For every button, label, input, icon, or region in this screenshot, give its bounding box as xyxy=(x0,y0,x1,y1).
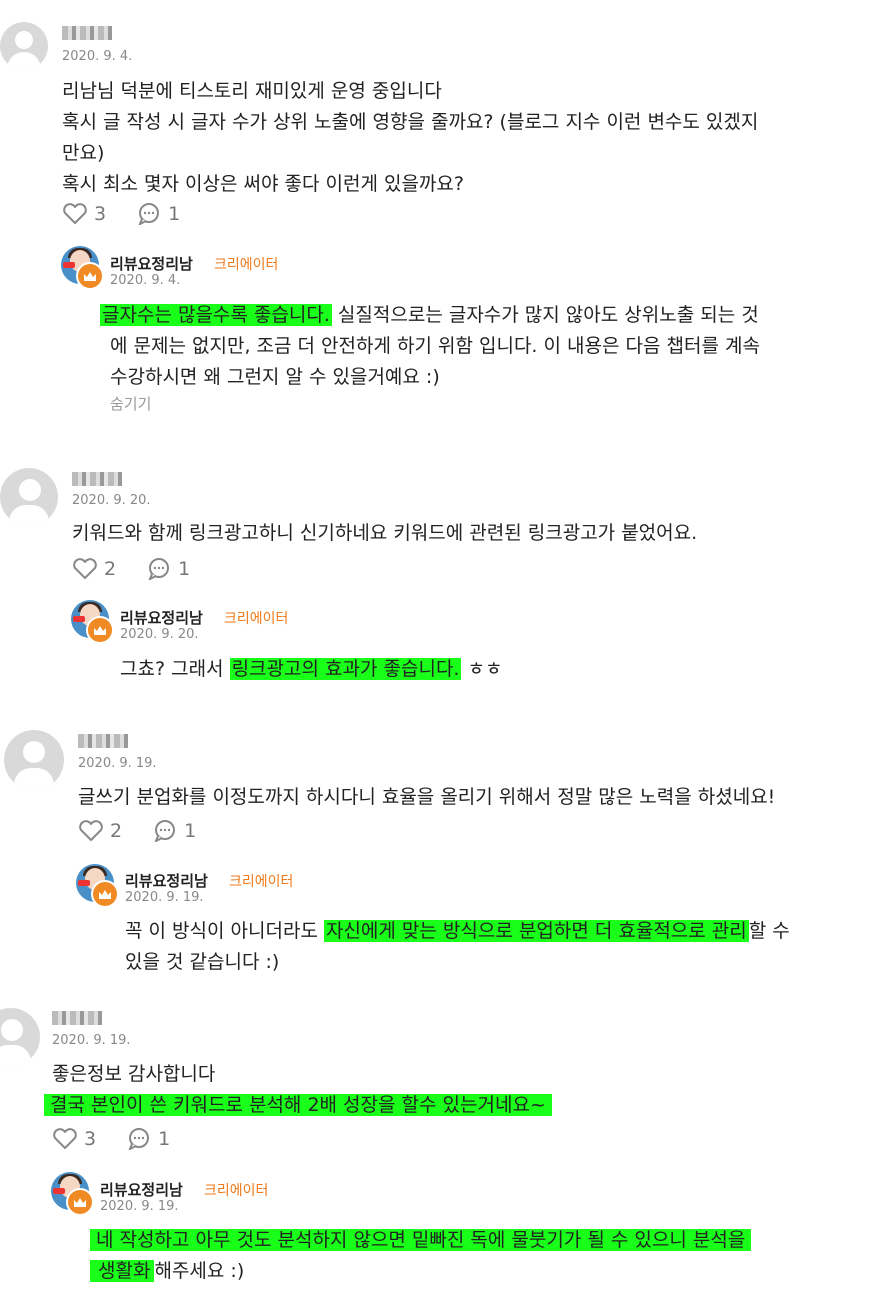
comment-text-line: 키워드와 함께 링크광고하니 신기하네요 키워드에 관련된 링크광고가 붙었어요… xyxy=(72,522,698,544)
reply-count: 1 xyxy=(168,203,181,225)
reply-author[interactable]: 리뷰요정리남 xyxy=(110,253,193,274)
reply-author[interactable]: 리뷰요정리남 xyxy=(120,607,203,628)
reply-text-segment: 해주세요 :) xyxy=(154,1260,245,1282)
comment-actions: 3 1 xyxy=(62,203,210,227)
reply-text-line: 글자수는 많을수록 좋습니다. 실질적으로는 글자수가 많지 않아도 상위노출 … xyxy=(100,300,759,331)
like-count: 3 xyxy=(84,1128,97,1150)
creator-badge: 크리에이터 xyxy=(204,1183,269,1199)
comment-bubble-icon[interactable] xyxy=(146,558,172,582)
reply-text-line: 생활화 해주세요 :) xyxy=(90,1256,244,1287)
heart-icon[interactable] xyxy=(78,820,104,842)
highlighted-text: 자신에게 맞는 방식으로 분업하면 더 효율적으로 관리 xyxy=(323,920,749,942)
reply-text-line: 수강하시면 왜 그런지 알 수 있을거예요 :) xyxy=(110,366,440,388)
reply-text-segment: 꼭 이 방식이 아니더라도 xyxy=(125,920,324,942)
reply-text-line: 꼭 이 방식이 아니더라도 자신에게 맞는 방식으로 분업하면 더 효율적으로 … xyxy=(125,916,790,947)
reply-text-line: 에 문제는 없지만, 조금 더 안전하게 하기 위함 입니다. 이 내용은 다음… xyxy=(110,335,760,357)
reply-count: 1 xyxy=(184,820,197,842)
like-count: 2 xyxy=(110,820,123,842)
reply-text-segment: 실질적으로는 글자수가 많지 않아도 상위노출 되는 것 xyxy=(331,304,759,326)
comment-actions: 2 1 xyxy=(72,558,220,582)
comment-text-line: 혹시 최소 몇자 이상은 써야 좋다 이런게 있을까요? xyxy=(62,173,464,195)
highlighted-text: 결국 본인이 쓴 키워드로 분석해 2배 성장을 할수 있는거네요~ xyxy=(44,1094,552,1116)
like-count: 2 xyxy=(104,558,117,580)
reply-text-line: 그쵸? 그래서 링크광고의 효과가 좋습니다. ㅎㅎ xyxy=(120,654,502,685)
reply-author[interactable]: 리뷰요정리남 xyxy=(100,1179,183,1200)
heart-icon[interactable] xyxy=(62,203,88,225)
avatar[interactable] xyxy=(0,468,58,526)
reply-date: 2020. 9. 19. xyxy=(125,890,204,905)
highlighted-text: 생활화 xyxy=(90,1260,155,1282)
comment-bubble-icon[interactable] xyxy=(152,820,178,844)
comment-text-line: 혹시 글 작성 시 글자 수가 상위 노출에 영향을 줄까요? (블로그 지수 … xyxy=(62,111,759,133)
reply-count: 1 xyxy=(158,1128,171,1150)
crown-icon xyxy=(91,880,119,908)
heart-icon[interactable] xyxy=(72,558,98,580)
comment-date: 2020. 9. 20. xyxy=(72,493,151,508)
avatar[interactable] xyxy=(4,730,64,790)
comment-actions: 2 1 xyxy=(78,820,226,844)
blurred-username xyxy=(72,472,122,486)
comment-date: 2020. 9. 4. xyxy=(62,49,133,64)
highlighted-text: 글자수는 많을수록 좋습니다. xyxy=(100,304,332,326)
reply-text-segment: ㅎㅎ xyxy=(461,658,503,680)
comment-text-line: 글쓰기 분업화를 이정도까지 하시다니 효율을 올리기 위해서 정말 많은 노력… xyxy=(78,786,776,808)
highlighted-text: 네 작성하고 아무 것도 분석하지 않으면 밑빠진 독에 물붓기가 될 수 있으… xyxy=(90,1229,752,1251)
crown-icon xyxy=(76,262,104,290)
avatar[interactable] xyxy=(0,1008,40,1066)
reply-date: 2020. 9. 19. xyxy=(100,1199,179,1214)
reply-text-segment: 그쵸? 그래서 xyxy=(120,658,230,680)
like-count: 3 xyxy=(94,203,107,225)
avatar[interactable] xyxy=(0,22,48,70)
creator-badge: 크리에이터 xyxy=(214,257,279,273)
crown-icon xyxy=(66,1188,94,1216)
crown-icon xyxy=(86,616,114,644)
comment-date: 2020. 9. 19. xyxy=(78,756,157,771)
creator-badge: 크리에이터 xyxy=(229,874,294,890)
heart-icon[interactable] xyxy=(52,1128,78,1150)
comment-actions: 3 1 xyxy=(52,1128,200,1152)
reply-date: 2020. 9. 20. xyxy=(120,627,199,642)
comment-text-line: 결국 본인이 쓴 키워드로 분석해 2배 성장을 할수 있는거네요~ xyxy=(44,1090,552,1121)
blurred-username xyxy=(78,734,128,748)
comment-bubble-icon[interactable] xyxy=(136,203,162,227)
reply-count: 1 xyxy=(178,558,191,580)
creator-badge: 크리에이터 xyxy=(224,611,289,627)
reply-date: 2020. 9. 4. xyxy=(110,273,181,288)
reply-text-line: 네 작성하고 아무 것도 분석하지 않으면 밑빠진 독에 물붓기가 될 수 있으… xyxy=(90,1225,752,1256)
blurred-username xyxy=(52,1011,102,1025)
reply-text-segment: 할 수 xyxy=(748,920,790,942)
blurred-username xyxy=(62,26,112,40)
highlighted-text: 링크광고의 효과가 좋습니다. xyxy=(229,658,462,680)
comment-date: 2020. 9. 19. xyxy=(52,1033,131,1048)
comment-text-line: 리남님 덕분에 티스토리 재미있게 운영 중입니다 xyxy=(62,80,442,102)
reply-author[interactable]: 리뷰요정리남 xyxy=(125,870,208,891)
hide-button[interactable]: 숨기기 xyxy=(110,393,151,414)
comment-text-line: 만요) xyxy=(62,142,105,164)
comment-bubble-icon[interactable] xyxy=(126,1128,152,1152)
comment-text-line: 좋은정보 감사합니다 xyxy=(52,1063,216,1085)
reply-text-line: 있을 것 같습니다 :) xyxy=(125,951,280,973)
